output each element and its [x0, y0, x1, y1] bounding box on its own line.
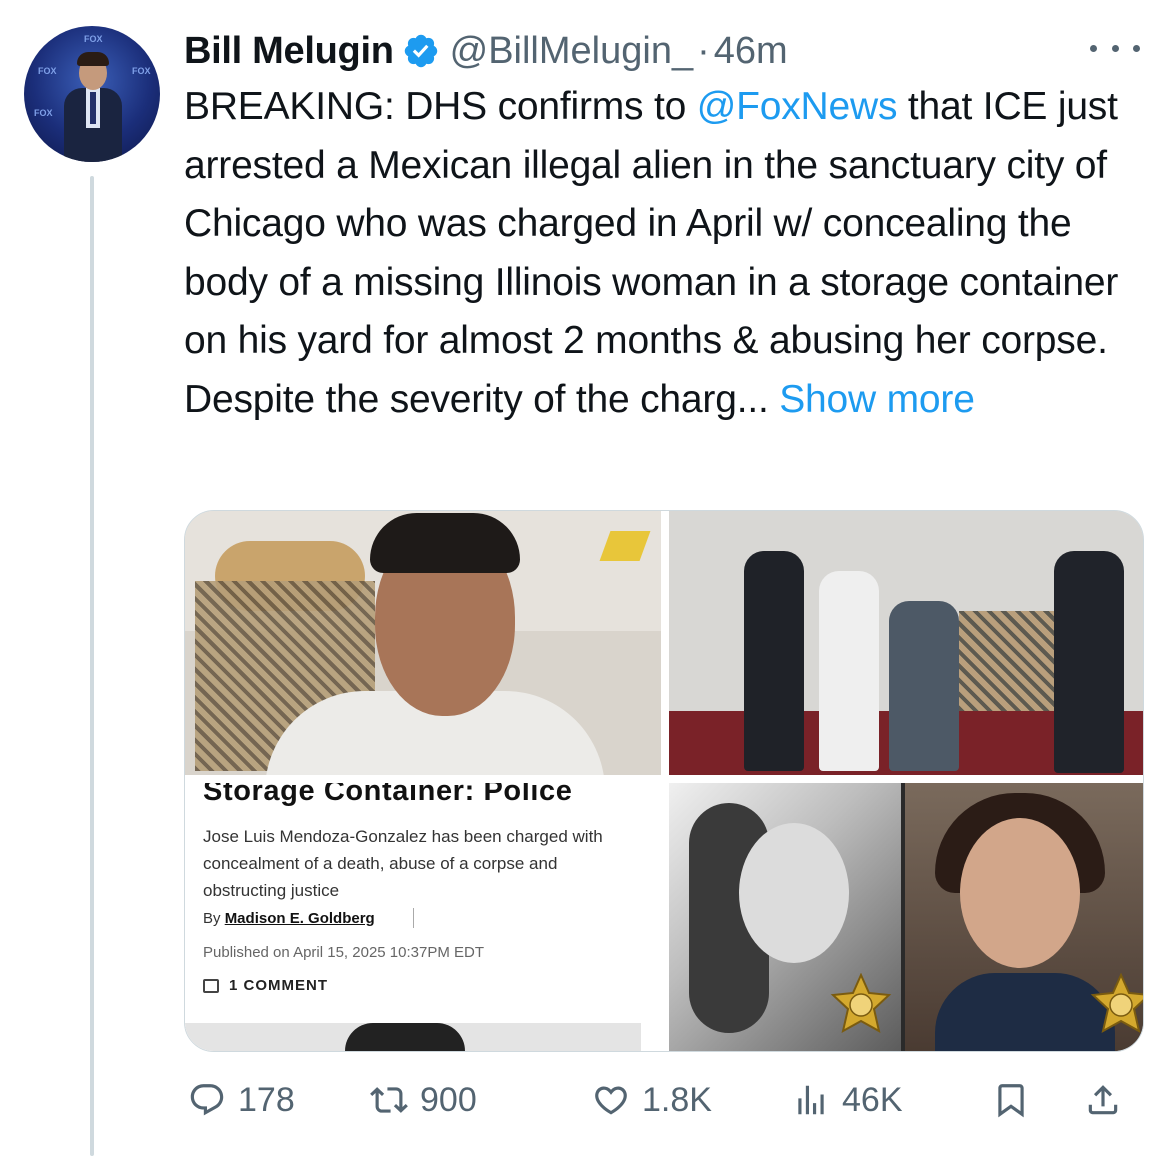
media-article-screenshot[interactable]: Storage Container: Police Jose Luis Mend…	[185, 783, 661, 1051]
photo-person	[819, 571, 879, 771]
avatar-logo-text: FOX	[38, 66, 57, 76]
photo-man-hair	[370, 513, 520, 573]
reply-icon	[190, 1084, 224, 1116]
share-icon	[1088, 1085, 1118, 1115]
more-options-icon[interactable]	[1090, 34, 1140, 62]
author-name[interactable]: Bill Melugin	[184, 30, 394, 73]
avatar-logo-text: FOX	[132, 66, 151, 76]
bookmark-icon	[998, 1084, 1024, 1118]
media-photo-arrest[interactable]	[669, 511, 1143, 775]
photo-person	[744, 551, 804, 771]
media-grid: Storage Container: Police Jose Luis Mend…	[184, 510, 1144, 1052]
photo-person	[889, 601, 959, 771]
tweet-text-end: that ICE just arrested a Mexican illegal…	[184, 85, 1129, 421]
author-avatar[interactable]: FOX FOX FOX FOX	[24, 26, 160, 162]
avatar-logo-text: FOX	[34, 108, 53, 118]
police-badge-icon	[1090, 973, 1143, 1033]
avatar-logo-text: FOX	[84, 34, 103, 44]
tweet-text-start: BREAKING: DHS confirms to	[184, 85, 697, 128]
bookmark-button[interactable]	[992, 1075, 1030, 1125]
photo-face	[960, 818, 1080, 968]
avatar-person-tie	[90, 92, 96, 124]
views-button[interactable]: 46K	[792, 1075, 903, 1125]
tweet-text: BREAKING: DHS confirms to @FoxNews that …	[184, 78, 1144, 429]
like-count: 1.8K	[642, 1080, 712, 1119]
article-description: Jose Luis Mendoza-Gonzalez has been char…	[203, 827, 603, 900]
comment-icon	[203, 978, 219, 993]
more-dot	[1090, 44, 1097, 52]
reply-count: 178	[238, 1080, 295, 1119]
photo-face	[739, 823, 849, 963]
repost-icon	[370, 1087, 408, 1113]
article-comment-count: 1 COMMENT	[203, 977, 328, 994]
show-more-link[interactable]: Show more	[779, 378, 975, 421]
article-image-strip	[185, 1023, 641, 1051]
photo-person	[1054, 551, 1124, 773]
more-dot	[1133, 44, 1140, 52]
repost-button[interactable]: 900	[370, 1075, 477, 1125]
repost-count: 900	[420, 1080, 477, 1119]
photo-cart	[959, 611, 1059, 711]
like-icon	[595, 1086, 627, 1115]
more-dot	[1111, 44, 1119, 52]
article-image-hair	[345, 1023, 465, 1051]
article-byline: By Madison E. Goldberg	[203, 910, 375, 927]
byline-label: By	[203, 910, 225, 927]
byline-divider	[413, 908, 414, 928]
article-author: Madison E. Goldberg	[224, 910, 375, 927]
media-photo-mugshot[interactable]	[185, 511, 661, 775]
share-button[interactable]	[1084, 1075, 1122, 1125]
views-icon	[798, 1085, 824, 1115]
author-handle[interactable]: @BillMelugin_	[450, 30, 693, 73]
photo-sweater	[935, 973, 1115, 1051]
avatar-person-hair	[77, 52, 109, 66]
verified-badge-icon[interactable]	[402, 32, 440, 70]
article-title: Storage Container: Police	[203, 783, 573, 807]
views-count: 46K	[842, 1080, 903, 1119]
like-button[interactable]: 1.8K	[592, 1075, 712, 1125]
tweet-header: Bill Melugin @BillMelugin_ · 46m	[184, 26, 788, 76]
media-photo-victim[interactable]	[669, 783, 1143, 1051]
police-badge-icon	[830, 973, 892, 1033]
thread-line	[90, 176, 94, 1156]
reply-button[interactable]: 178	[188, 1075, 295, 1125]
action-bar: 178 900 1.8K 46K	[184, 1075, 1144, 1125]
tweet-timestamp[interactable]: 46m	[714, 30, 788, 73]
time-separator: ·	[697, 29, 710, 72]
comment-count-label: 1 COMMENT	[229, 977, 328, 994]
mention-link[interactable]: @FoxNews	[697, 85, 898, 128]
article-published: Published on April 15, 2025 10:37PM EDT	[203, 944, 485, 961]
